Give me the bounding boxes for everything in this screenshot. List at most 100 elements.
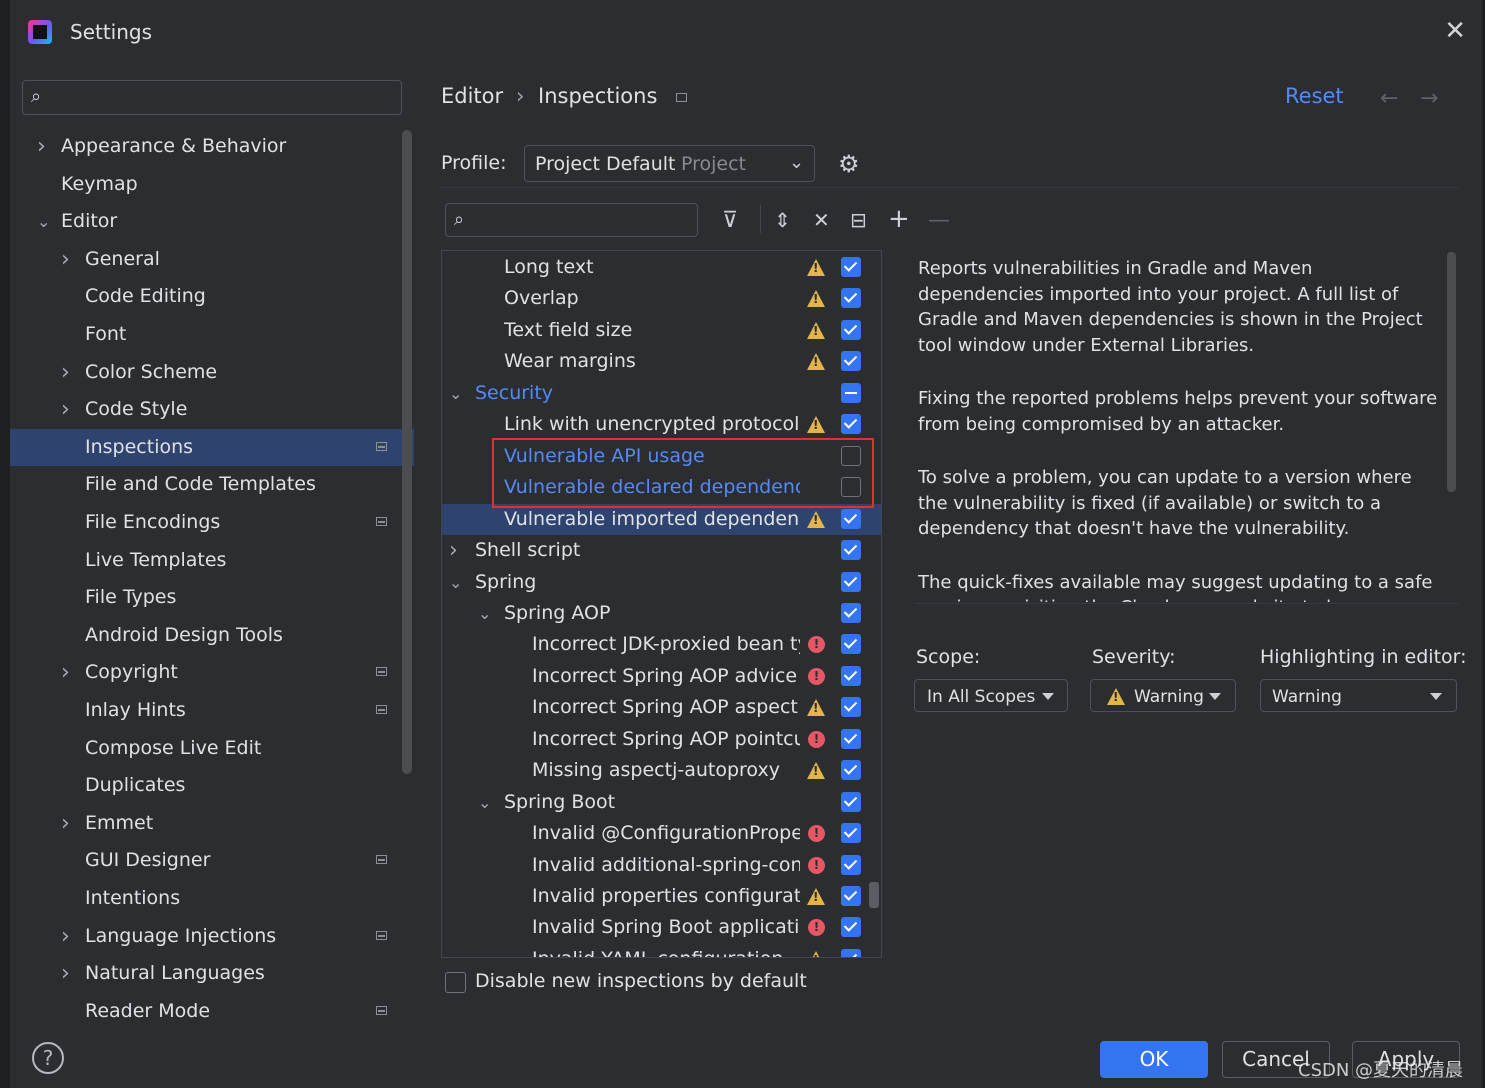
sidebar-item-color-scheme[interactable]: › Color Scheme <box>10 354 414 391</box>
sidebar-item-duplicates[interactable]: Duplicates <box>10 767 414 804</box>
sidebar-item-live-templates[interactable]: Live Templates <box>10 542 414 579</box>
gear-icon[interactable]: ⚙ <box>838 150 860 178</box>
settings-search-input[interactable]: ⌕ <box>22 80 402 115</box>
inspection-row[interactable]: Incorrect Spring AOP pointcut expression… <box>442 724 881 755</box>
sidebar-item-gui-designer[interactable]: GUI Designer <box>10 842 414 879</box>
sidebar-scrollbar[interactable] <box>402 130 412 774</box>
sidebar-item-appearance-behavior[interactable]: › Appearance & Behavior <box>10 128 414 165</box>
filter-icon[interactable]: ⊽ <box>722 208 738 233</box>
sidebar-item-inspections[interactable]: Inspections <box>10 428 414 466</box>
inspection-group-row[interactable]: ⌄ Spring AOP <box>442 598 881 629</box>
sidebar-item-compose-live-edit[interactable]: Compose Live Edit <box>10 730 414 767</box>
inspection-enabled-checkbox[interactable] <box>841 823 861 844</box>
inspection-enabled-checkbox[interactable] <box>841 257 861 277</box>
inspection-row[interactable]: Wear margins <box>442 346 881 377</box>
sidebar-item-code-style[interactable]: › Code Style <box>10 391 414 428</box>
sidebar-item-inlay-hints[interactable]: Inlay Hints <box>10 692 414 729</box>
inspection-group-row[interactable]: › Shell script <box>442 535 881 566</box>
expand-all-icon[interactable]: ⇕ <box>774 208 791 232</box>
inspections-scrollbar[interactable] <box>869 882 879 908</box>
inspection-row[interactable]: Overlap <box>442 283 881 314</box>
sidebar-item-editor[interactable]: ⌄ Editor <box>10 203 414 240</box>
severity-dropdown[interactable]: Warning <box>1090 679 1236 712</box>
inspection-enabled-checkbox[interactable] <box>841 697 861 718</box>
sidebar-item-file-and-code-templates[interactable]: File and Code Templates <box>10 466 414 503</box>
chevron-right-icon[interactable]: › <box>61 805 70 842</box>
chevron-down-icon[interactable]: ⌄ <box>449 378 462 409</box>
chevron-right-icon[interactable]: › <box>61 955 70 992</box>
remove-icon[interactable]: — <box>928 208 950 233</box>
inspection-enabled-checkbox[interactable] <box>841 886 861 906</box>
inspection-group-row[interactable]: ⌄ Spring <box>442 567 881 598</box>
sidebar-item-natural-languages[interactable]: › Natural Languages <box>10 955 414 992</box>
settings-search-field[interactable] <box>59 85 393 111</box>
reset-to-empty-icon[interactable]: ⊟ <box>850 208 867 232</box>
add-icon[interactable]: + <box>888 204 910 234</box>
inspection-row[interactable]: Invalid Spring Boot application.properti… <box>442 912 881 943</box>
inspection-row[interactable]: Invalid properties configuration <box>442 881 881 912</box>
close-icon[interactable]: ✕ <box>1444 18 1466 44</box>
inspection-filter-field[interactable] <box>480 208 689 234</box>
inspection-row[interactable]: Vulnerable imported dependency <box>442 503 881 535</box>
inspection-row[interactable]: Long text <box>442 252 881 283</box>
inspection-filter-search[interactable]: ⌕ <box>445 203 698 237</box>
sidebar-item-language-injections[interactable]: › Language Injections <box>10 918 414 955</box>
chevron-right-icon[interactable]: › <box>61 918 70 955</box>
inspection-enabled-checkbox[interactable] <box>841 791 861 812</box>
sidebar-item-reader-mode[interactable]: Reader Mode <box>10 993 414 1030</box>
inspection-enabled-checkbox[interactable] <box>841 728 861 749</box>
sidebar-item-general[interactable]: › General <box>10 241 414 278</box>
inspection-enabled-checkbox[interactable] <box>841 288 861 309</box>
inspection-enabled-checkbox[interactable] <box>841 319 861 340</box>
sidebar-item-emmet[interactable]: › Emmet <box>10 805 414 842</box>
reset-link[interactable]: Reset <box>1285 84 1344 108</box>
inspection-enabled-checkbox[interactable] <box>841 508 861 529</box>
chevron-down-icon[interactable]: ⌄ <box>478 787 491 818</box>
inspection-row[interactable]: Incorrect JDK-proxied bean type! <box>442 629 881 660</box>
highlighting-dropdown[interactable]: Warning <box>1260 679 1457 712</box>
inspection-enabled-checkbox[interactable] <box>841 540 861 561</box>
sidebar-item-android-design-tools[interactable]: Android Design Tools <box>10 617 414 654</box>
chevron-down-icon[interactable]: ⌄ <box>478 598 491 629</box>
inspection-row[interactable]: Text field size <box>442 315 881 346</box>
disable-new-inspections-checkbox[interactable] <box>445 972 466 993</box>
inspection-enabled-checkbox[interactable] <box>841 665 861 686</box>
inspection-group-row[interactable]: ⌄ Spring Boot <box>442 787 881 818</box>
inspection-enabled-checkbox[interactable] <box>841 571 861 592</box>
inspection-row[interactable]: Missing aspectj-autoproxy <box>442 755 881 786</box>
inspection-enabled-checkbox[interactable] <box>841 351 861 372</box>
back-arrow-icon[interactable]: ← <box>1380 86 1398 111</box>
profile-dropdown[interactable]: Project Default Project ⌄ <box>524 145 815 182</box>
chevron-right-icon[interactable]: › <box>61 354 70 391</box>
inspection-enabled-checkbox[interactable] <box>841 917 861 938</box>
inspection-enabled-checkbox[interactable] <box>841 760 861 781</box>
scope-dropdown[interactable]: In All Scopes <box>914 679 1068 712</box>
inspection-row[interactable]: Invalid additional-spring-configuration-… <box>442 850 881 881</box>
sidebar-item-file-types[interactable]: File Types <box>10 579 414 616</box>
chevron-right-icon[interactable]: › <box>449 535 458 566</box>
inspection-row[interactable]: Link with unencrypted protocol <box>442 409 881 440</box>
sidebar-item-code-editing[interactable]: Code Editing <box>10 278 414 315</box>
disable-new-inspections-label[interactable]: Disable new inspections by default <box>475 970 807 992</box>
inspection-row[interactable]: Invalid @ConfigurationProperties! <box>442 818 881 849</box>
chevron-right-icon[interactable]: › <box>37 128 46 165</box>
inspection-enabled-checkbox[interactable] <box>841 382 861 403</box>
collapse-all-icon[interactable]: ✕ <box>813 208 830 232</box>
breadcrumb-editor[interactable]: Editor <box>441 84 503 108</box>
chevron-right-icon[interactable]: › <box>61 241 70 278</box>
inspection-row[interactable]: Invalid YAML configuration <box>442 944 881 957</box>
inspection-row[interactable]: Incorrect Spring AOP aspect or introduct… <box>442 692 881 723</box>
chevron-right-icon[interactable]: › <box>61 654 70 691</box>
inspection-enabled-checkbox[interactable] <box>841 414 861 435</box>
forward-arrow-icon[interactable]: → <box>1420 86 1438 111</box>
chevron-right-icon[interactable]: › <box>61 391 70 428</box>
inspection-enabled-checkbox[interactable] <box>841 602 861 623</box>
sidebar-item-keymap[interactable]: Keymap <box>10 166 414 203</box>
inspection-enabled-checkbox[interactable] <box>841 948 861 957</box>
sidebar-item-font[interactable]: Font <box>10 316 414 353</box>
inspection-group-row[interactable]: ⌄ Security <box>442 378 881 409</box>
sidebar-item-intentions[interactable]: Intentions <box>10 880 414 917</box>
description-scrollbar[interactable] <box>1447 252 1456 492</box>
sidebar-item-copyright[interactable]: › Copyright <box>10 654 414 691</box>
inspection-row[interactable]: Incorrect Spring AOP advice or advisor! <box>442 661 881 692</box>
